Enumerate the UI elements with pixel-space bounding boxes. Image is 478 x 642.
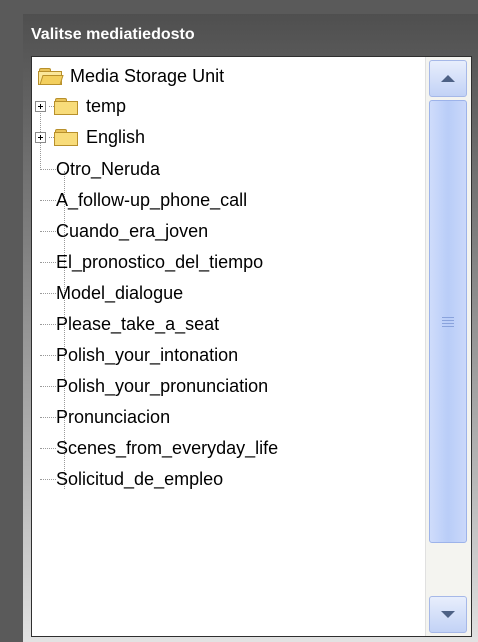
scroll-up-button[interactable] [429, 60, 467, 97]
media-file-panel: Valitse mediatiedosto Media Storage Unit [23, 14, 478, 642]
expand-icon[interactable] [35, 100, 46, 112]
tree-item-file[interactable]: Please_take_a_seat [40, 309, 219, 339]
grip-icon [442, 315, 454, 329]
tree-item-label: temp [86, 95, 127, 116]
folder-icon [54, 128, 79, 146]
tree-item-file[interactable]: Solicitud_de_empleo [40, 464, 223, 494]
tree-item-file[interactable]: Scenes_from_everyday_life [40, 433, 278, 463]
expand-icon[interactable] [35, 131, 46, 143]
tree-item-file[interactable]: Polish_your_pronunciation [40, 371, 268, 401]
tree-item-label: El_pronostico_del_tiempo [56, 251, 264, 272]
tree-item-label: A_follow-up_phone_call [56, 189, 248, 210]
tree-item-label: Solicitud_de_empleo [56, 468, 224, 489]
panel-title: Valitse mediatiedosto [31, 26, 195, 43]
tree-item-file[interactable]: Model_dialogue [40, 278, 183, 308]
vertical-scrollbar[interactable] [425, 57, 471, 636]
tree-item-label: Model_dialogue [56, 282, 184, 303]
tree-view: Media Storage Unit temp English Otro_Ner… [32, 57, 426, 636]
tree-item-label: Media Storage Unit [70, 65, 225, 86]
tree-item-temp[interactable]: temp [35, 91, 126, 121]
tree-item-label: Cuando_era_joven [56, 220, 209, 241]
tree-item-label: Otro_Neruda [56, 158, 161, 179]
chevron-up-icon [441, 75, 455, 82]
folder-icon [54, 97, 79, 115]
tree-item-file[interactable]: Polish_your_intonation [40, 340, 238, 370]
tree-item-label: Scenes_from_everyday_life [56, 437, 279, 458]
tree-item-file[interactable]: Otro_Neruda [40, 154, 160, 184]
scroll-thumb[interactable] [429, 100, 467, 543]
folder-open-icon [38, 67, 64, 85]
tree-item-file[interactable]: A_follow-up_phone_call [40, 185, 247, 215]
tree-item-english[interactable]: English [35, 122, 145, 152]
tree-item-label: Pronunciacion [56, 406, 171, 427]
tree-item-file[interactable]: Pronunciacion [40, 402, 170, 432]
tree-item-file[interactable]: El_pronostico_del_tiempo [40, 247, 263, 277]
chevron-down-icon [441, 611, 455, 618]
media-tree: Media Storage Unit temp English Otro_Ner… [31, 56, 472, 637]
scroll-down-button[interactable] [429, 596, 467, 633]
tree-item-label: Polish_your_intonation [56, 344, 239, 365]
tree-item-root[interactable]: Media Storage Unit [38, 61, 224, 91]
tree-item-label: Please_take_a_seat [56, 313, 220, 334]
tree-item-label: Polish_your_pronunciation [56, 375, 269, 396]
tree-item-file[interactable]: Cuando_era_joven [40, 216, 208, 246]
tree-item-label: English [86, 126, 146, 147]
